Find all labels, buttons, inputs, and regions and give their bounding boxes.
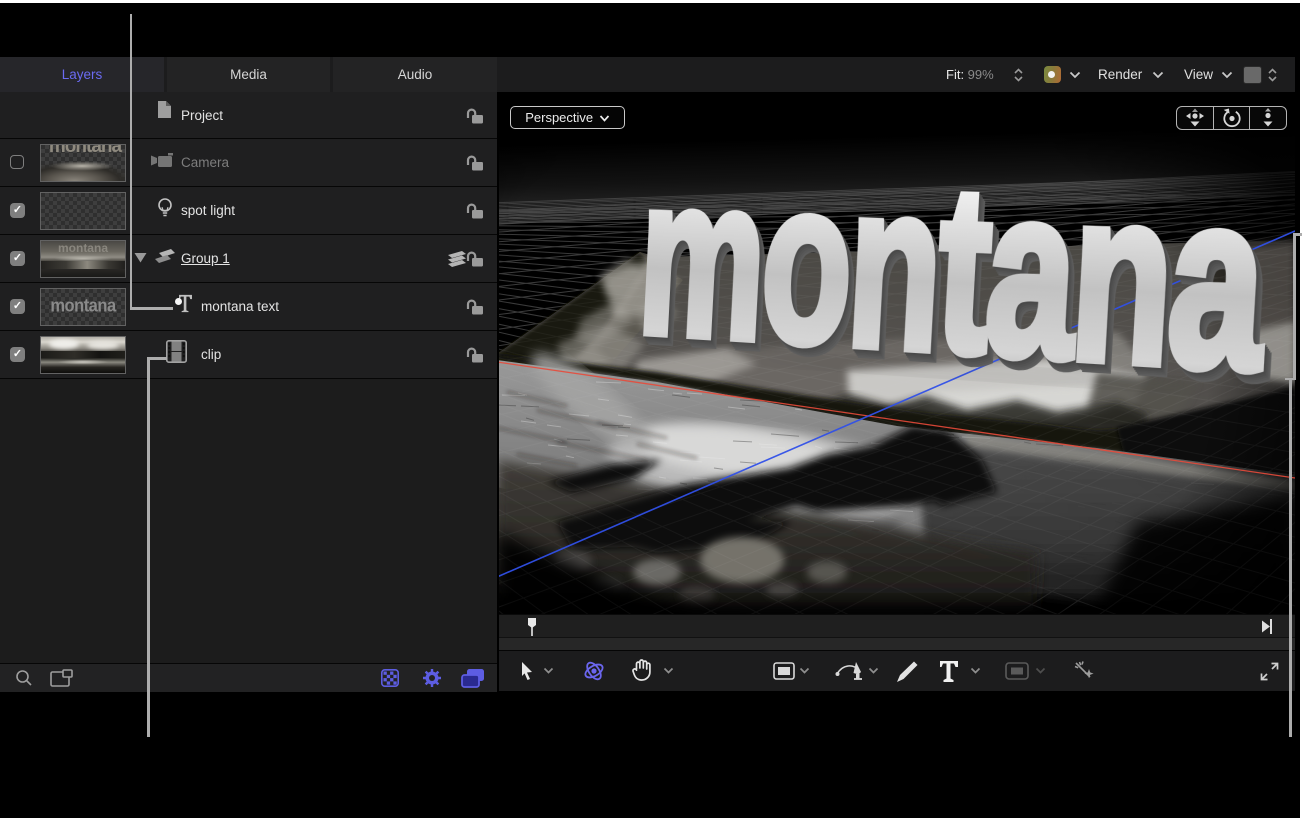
svg-text:montana: montana	[634, 130, 1274, 423]
